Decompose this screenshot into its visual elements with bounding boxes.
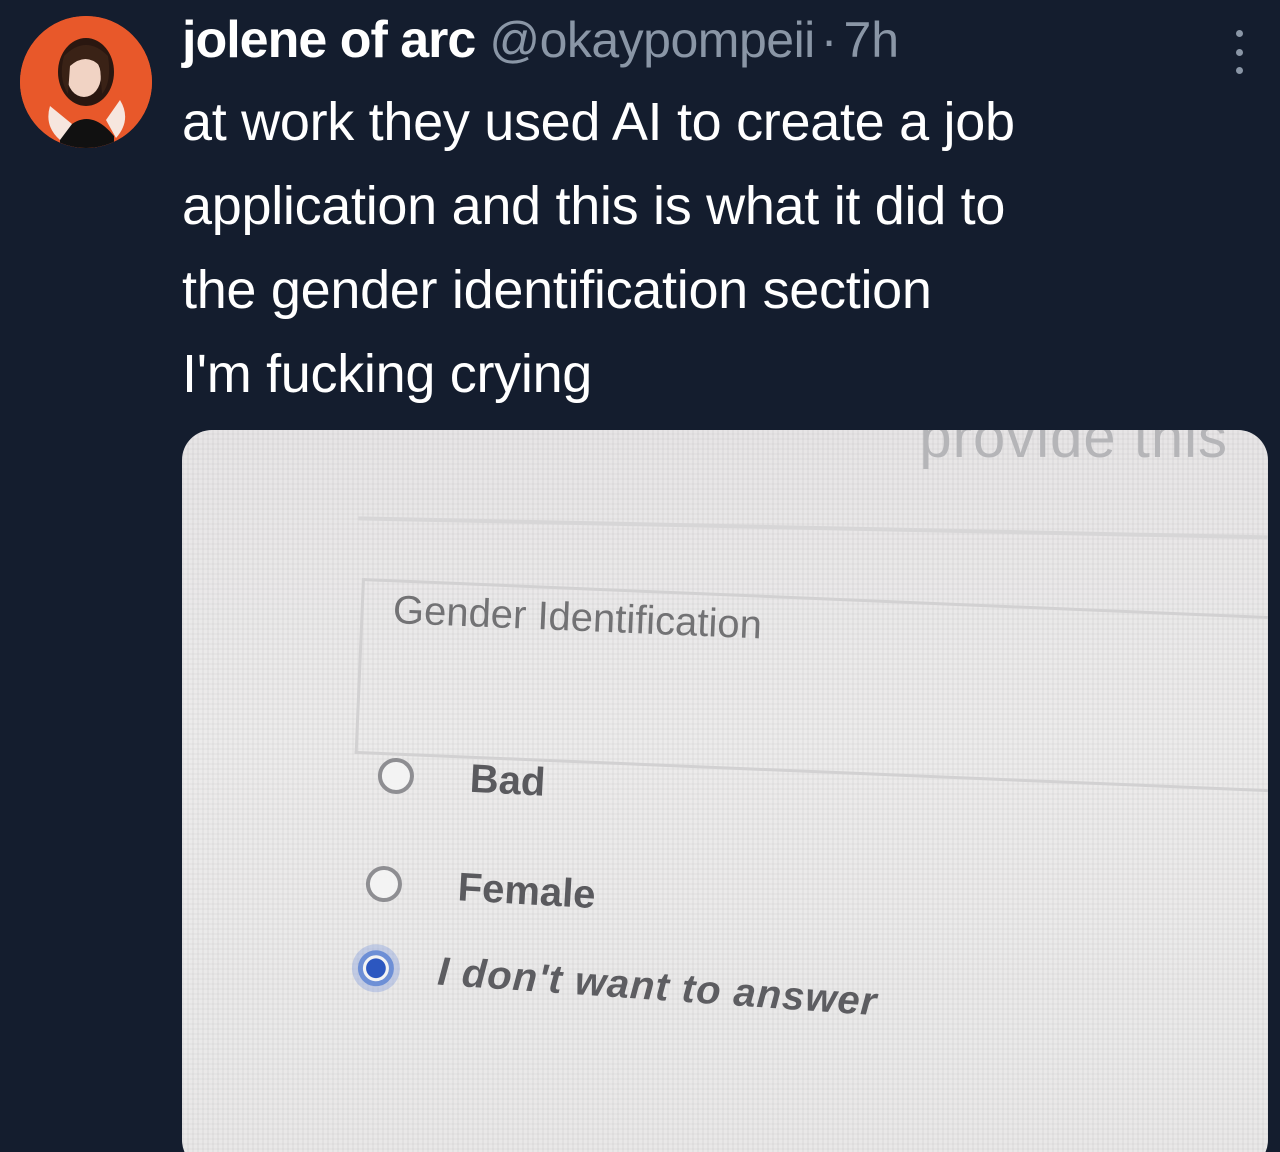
tweet-header: jolene of arc @okaypompeii · 7h [182, 10, 899, 82]
radio-unchecked-icon[interactable] [364, 864, 403, 903]
tweet-text: at work they used AI to create a job app… [182, 80, 1272, 416]
avatar[interactable] [20, 16, 152, 148]
separator-dot: · [820, 12, 838, 68]
timestamp[interactable]: 7h [843, 11, 899, 69]
more-dot [1235, 30, 1243, 37]
user-handle[interactable]: @okaypompeii [489, 11, 815, 69]
tweet-line: the gender identification section [182, 260, 932, 320]
radio-unchecked-icon[interactable] [377, 756, 415, 795]
option-label: I don't want to answer [436, 949, 879, 1025]
tweet: jolene of arc @okaypompeii · 7h at work … [0, 0, 1280, 1152]
more-options-icon[interactable] [1222, 30, 1256, 74]
tweet-image[interactable]: provide this Gender Identification Bad F… [182, 430, 1268, 1152]
more-dot [1235, 48, 1243, 56]
display-name[interactable]: jolene of arc [182, 10, 476, 70]
radio-group: Bad Female I don't want to answer [182, 430, 1268, 1152]
radio-checked-icon[interactable] [356, 948, 396, 987]
radio-option-no-answer[interactable]: I don't want to answer [356, 944, 879, 1025]
radio-option-bad[interactable]: Bad [377, 752, 547, 806]
more-dot [1235, 67, 1243, 74]
profile-photo-icon [20, 16, 152, 148]
option-label: Bad [468, 756, 547, 805]
radio-option-female[interactable]: Female [364, 860, 597, 918]
tweet-line: at work they used AI to create a job [182, 92, 1015, 152]
tweet-line: I'm fucking crying [182, 344, 593, 404]
option-label: Female [456, 865, 597, 918]
tweet-line: application and this is what it did to [182, 176, 1006, 236]
